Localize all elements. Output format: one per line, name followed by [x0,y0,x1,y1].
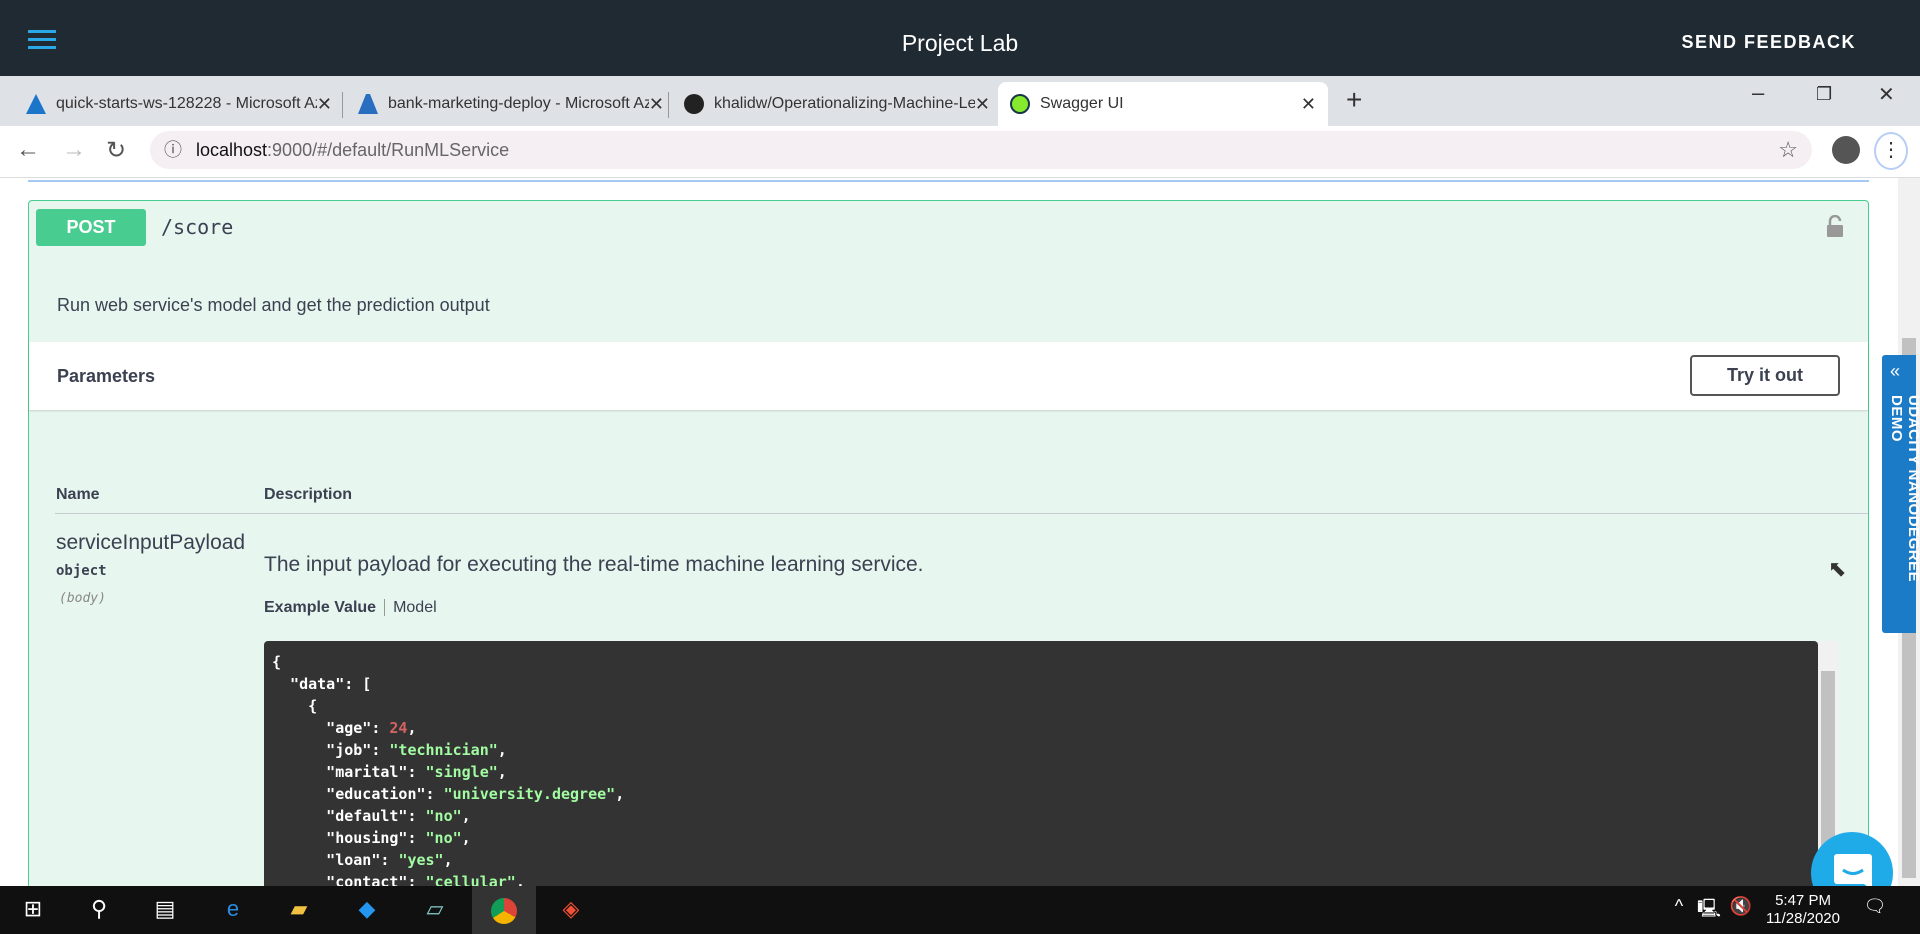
example-json-code[interactable]: { "data": [ { "age": 24, "job": "technic… [264,641,1818,886]
close-icon[interactable]: ✕ [975,94,990,115]
divider [55,513,1868,514]
code-line: "job": "technician", [272,741,507,759]
search-icon[interactable]: ⚲ [84,896,114,924]
info-icon: ⓘ [164,140,182,160]
tab-example-value[interactable]: Example Value [264,599,386,616]
address-toolbar: ← → ↻ ⓘ localhost:9000/#/default/RunMLSe… [0,126,1920,178]
reload-icon[interactable]: ↻ [106,136,126,165]
azure-ml-icon [358,94,378,114]
example-model-tabs: Example Value Model [264,599,437,617]
operation-path[interactable]: /score [161,215,233,239]
app-title: Project Lab [901,30,1019,56]
tab-model[interactable]: Model [385,599,437,616]
operation-summary: Run web service's model and get the pred… [57,295,490,315]
profile-avatar-icon[interactable] [1832,136,1860,164]
code-line: "contact": "cellular", [272,873,525,886]
close-icon[interactable]: ✕ [649,94,664,115]
parameters-header: Parameters Try it out [29,342,1868,410]
method-badge[interactable]: POST [36,209,146,246]
tab-github[interactable]: khalidw/Operationalizing-Machine-Learnin… [672,82,1002,126]
operation-block: POST /score Run web service's model and … [28,200,1869,886]
param-location: (body) [59,591,106,606]
code-line: { [272,697,318,715]
column-header-description: Description [264,486,353,503]
chrome-icon[interactable] [472,886,536,934]
network-icon[interactable]: 🖳 [1694,896,1724,924]
lock-icon[interactable] [1826,215,1844,237]
git-icon[interactable]: ◈ [556,896,586,924]
windows-taskbar: ⊞ ⚲ ▤ e ▰ ◆ ▱ ◈ ^ 🖳 🔇 5:47 PM 11/28/2020 … [0,886,1920,934]
parameters-title: Parameters [57,366,156,386]
task-view-icon[interactable]: ▤ [150,896,180,924]
file-explorer-icon[interactable]: ▰ [284,896,314,924]
code-line: "marital": "single", [272,763,507,781]
azure-icon [26,94,46,114]
code-line: "age": 24, [272,719,417,737]
swagger-icon [1010,94,1030,114]
volume-muted-icon[interactable]: 🔇 [1726,896,1756,924]
swagger-page: POST /score Run web service's model and … [0,178,1898,886]
code-line: "default": "no", [272,807,471,825]
browser-tab-strip: quick-starts-ws-128228 - Microsoft Azure… [0,76,1920,126]
close-window-button[interactable]: ✕ [1878,82,1895,107]
param-description: The input payload for executing the real… [264,553,924,576]
url-bar[interactable]: ⓘ localhost:9000/#/default/RunMLService … [150,131,1812,169]
windows-start-icon[interactable]: ⊞ [18,896,48,924]
column-header-name: Name [56,486,100,503]
code-line: "housing": "no", [272,829,471,847]
notifications-icon[interactable]: 🗨 [1860,896,1890,924]
mouse-cursor-icon: ⬉ [1828,556,1847,581]
restore-button[interactable]: ❐ [1816,84,1832,105]
new-tab-button[interactable]: + [1346,84,1362,116]
code-line: { [272,653,282,671]
edge-icon[interactable]: e [218,896,248,924]
param-name: serviceInputPayload [56,531,246,554]
top-bar: Project Lab SEND FEEDBACK [0,0,1920,76]
docker-icon[interactable]: ◆ [352,896,382,924]
udacity-demo-tab[interactable]: « UDACITY NANODEGREE DEMO [1882,355,1920,633]
close-icon[interactable]: ✕ [317,94,332,115]
minimize-button[interactable]: – [1752,80,1764,106]
close-icon[interactable]: ✕ [1301,94,1316,115]
bookmark-star-icon[interactable]: ☆ [1778,131,1798,169]
code-line: "education": "university.degree", [272,785,625,803]
clock[interactable]: 5:47 PM 11/28/2020 [1766,892,1840,928]
send-feedback-button[interactable]: SEND FEEDBACK [1681,32,1856,53]
tab-swagger[interactable]: Swagger UI ✕ [998,82,1328,126]
forward-icon[interactable]: → [62,136,86,164]
param-type: object [56,563,107,579]
tray-chevron-icon[interactable]: ^ [1664,896,1694,924]
app-icon[interactable]: ▱ [420,896,450,924]
code-line: "data": [ [272,675,372,693]
tab-azure-ml[interactable]: bank-marketing-deploy - Microsoft Azure … [346,82,676,126]
try-it-out-button[interactable]: Try it out [1690,355,1840,396]
chevron-double-left-icon: « [1890,361,1901,381]
tab-azure[interactable]: quick-starts-ws-128228 - Microsoft Azure… [14,82,344,126]
code-line: "loan": "yes", [272,851,453,869]
github-icon [684,94,704,114]
browser-menu-icon[interactable]: ⋮ [1874,132,1908,170]
back-icon[interactable]: ← [16,136,40,164]
